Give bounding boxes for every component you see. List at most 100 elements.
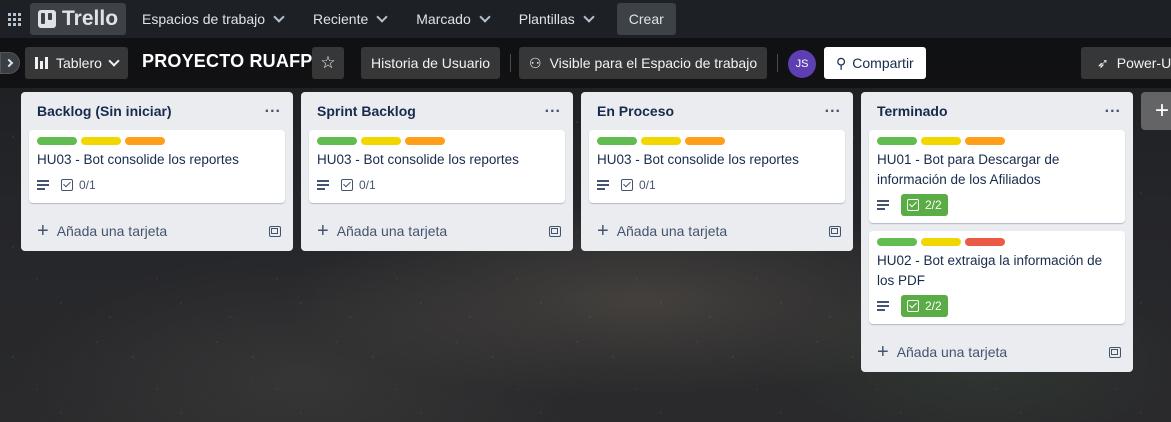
plus-icon: +: [317, 220, 329, 242]
visibility-label: Visible para el Espacio de trabajo: [549, 55, 758, 71]
add-card-label: Añada una tarjeta: [56, 223, 168, 239]
visibility-button[interactable]: ⚇ Visible para el Espacio de trabajo: [519, 47, 768, 79]
card[interactable]: HU03 - Bot consolide los reportes 0/1: [309, 130, 565, 203]
add-card-label: Añada una tarjeta: [616, 223, 728, 239]
label-orange[interactable]: [685, 137, 725, 145]
checklist-badge: 2/2: [901, 194, 948, 216]
divider: [777, 54, 778, 72]
history-button[interactable]: Historia de Usuario: [361, 47, 501, 79]
list-header: Sprint Backlog ...: [301, 92, 573, 130]
trello-logo[interactable]: Trello: [30, 3, 127, 35]
board-header: Tablero PROYECTO RUAFP ☆ Historia de Usu…: [0, 38, 1171, 88]
list-header: En Proceso ...: [581, 92, 853, 130]
create-button[interactable]: Crear: [616, 3, 676, 35]
label-yellow[interactable]: [361, 137, 401, 145]
nav-recent-label: Reciente: [313, 11, 369, 27]
star-button[interactable]: ☆: [312, 47, 344, 79]
label-orange[interactable]: [965, 137, 1005, 145]
more-icon[interactable]: ...: [825, 99, 841, 117]
label-orange[interactable]: [125, 137, 165, 145]
list-title[interactable]: En Proceso: [597, 103, 674, 119]
add-list-button[interactable]: +: [1141, 92, 1171, 130]
powerups-label: Power-U: [1116, 55, 1171, 71]
nav-starred[interactable]: Marcado: [402, 3, 502, 35]
checklist-count: 2/2: [925, 299, 942, 313]
checklist-icon: [907, 300, 919, 312]
add-card-button[interactable]: + Añada una tarjeta: [317, 221, 447, 241]
label-yellow[interactable]: [641, 137, 681, 145]
label-green[interactable]: [317, 137, 357, 145]
sidebar-expand-button[interactable]: [0, 52, 20, 74]
list-title[interactable]: Backlog (Sin iniciar): [37, 103, 172, 119]
list-title[interactable]: Terminado: [877, 103, 948, 119]
description-icon: [877, 200, 889, 210]
plus-icon: +: [877, 341, 889, 363]
card-badges: 0/1: [37, 175, 277, 195]
list-footer: + Añada una tarjeta: [861, 332, 1133, 372]
more-icon[interactable]: ...: [1105, 99, 1121, 117]
card-template-icon[interactable]: [829, 225, 841, 237]
divider: [510, 54, 511, 72]
list-in-progress: En Proceso ... HU03 - Bot consolide los …: [581, 92, 853, 251]
list-sprint-backlog: Sprint Backlog ... HU03 - Bot consolide …: [301, 92, 573, 251]
label-green[interactable]: [597, 137, 637, 145]
label-yellow[interactable]: [921, 238, 961, 246]
card-title: HU03 - Bot consolide los reportes: [317, 152, 519, 167]
card[interactable]: HU03 - Bot consolide los reportes 0/1: [589, 130, 845, 203]
card-template-icon[interactable]: [269, 225, 281, 237]
add-card-label: Añada una tarjeta: [896, 344, 1008, 360]
more-icon[interactable]: ...: [545, 99, 561, 117]
label-yellow[interactable]: [921, 137, 961, 145]
board-view-switcher[interactable]: Tablero: [25, 47, 128, 79]
list-header: Terminado ...: [861, 92, 1133, 130]
checklist-icon: [341, 179, 353, 191]
add-card-label: Añada una tarjeta: [336, 223, 448, 239]
chevron-down-icon: [479, 11, 491, 23]
list-title[interactable]: Sprint Backlog: [317, 103, 416, 119]
card-title: HU02 - Bot extraiga la información de lo…: [877, 253, 1103, 288]
checklist-count: 0/1: [359, 178, 376, 192]
board-view-label: Tablero: [56, 55, 102, 71]
logo-text: Trello: [62, 7, 119, 30]
label-yellow[interactable]: [81, 137, 121, 145]
label-green[interactable]: [877, 137, 917, 145]
card[interactable]: HU02 - Bot extraiga la información de lo…: [869, 231, 1125, 324]
powerups-button[interactable]: ➶ Power-U: [1081, 47, 1171, 79]
card-badges: 2/2: [877, 194, 1117, 216]
description-icon: [37, 180, 49, 190]
nav-templates[interactable]: Plantillas: [505, 3, 607, 35]
share-button[interactable]: ⚲ Compartir: [824, 47, 926, 79]
add-person-icon: ⚲: [836, 54, 847, 71]
card[interactable]: HU01 - Bot para Descargar de información…: [869, 130, 1125, 223]
share-label: Compartir: [852, 55, 914, 71]
card-template-icon[interactable]: [549, 225, 561, 237]
label-green[interactable]: [37, 137, 77, 145]
nav-recent[interactable]: Reciente: [299, 3, 400, 35]
checklist-badge: 0/1: [621, 178, 656, 192]
nav-workspaces[interactable]: Espacios de trabajo: [128, 3, 297, 35]
star-icon: ☆: [320, 53, 336, 72]
card-badges: 0/1: [317, 175, 557, 195]
nav-workspaces-label: Espacios de trabajo: [142, 11, 265, 27]
top-nav: Trello Espacios de trabajo Reciente Marc…: [0, 0, 1171, 38]
card-title: HU01 - Bot para Descargar de información…: [877, 152, 1060, 187]
checklist-badge: 0/1: [61, 178, 96, 192]
card-template-icon[interactable]: [1109, 346, 1121, 358]
label-red[interactable]: [965, 238, 1005, 246]
more-icon[interactable]: ...: [265, 99, 281, 117]
add-card-button[interactable]: + Añada una tarjeta: [877, 342, 1007, 362]
card[interactable]: HU03 - Bot consolide los reportes 0/1: [29, 130, 285, 203]
avatar[interactable]: JS: [788, 50, 816, 78]
add-card-button[interactable]: + Añada una tarjeta: [37, 221, 167, 241]
label-orange[interactable]: [405, 137, 445, 145]
list-header: Backlog (Sin iniciar) ...: [21, 92, 293, 130]
checklist-icon: [621, 179, 633, 191]
chevron-down-icon: [376, 11, 388, 23]
board-title[interactable]: PROYECTO RUAFP: [142, 51, 313, 72]
add-card-button[interactable]: + Añada una tarjeta: [597, 221, 727, 241]
app-switcher-icon[interactable]: [0, 0, 28, 38]
rocket-icon: ➶: [1097, 54, 1109, 71]
workspace-visible-icon: ⚇: [529, 54, 542, 71]
card-labels: [877, 137, 1117, 145]
label-green[interactable]: [877, 238, 917, 246]
